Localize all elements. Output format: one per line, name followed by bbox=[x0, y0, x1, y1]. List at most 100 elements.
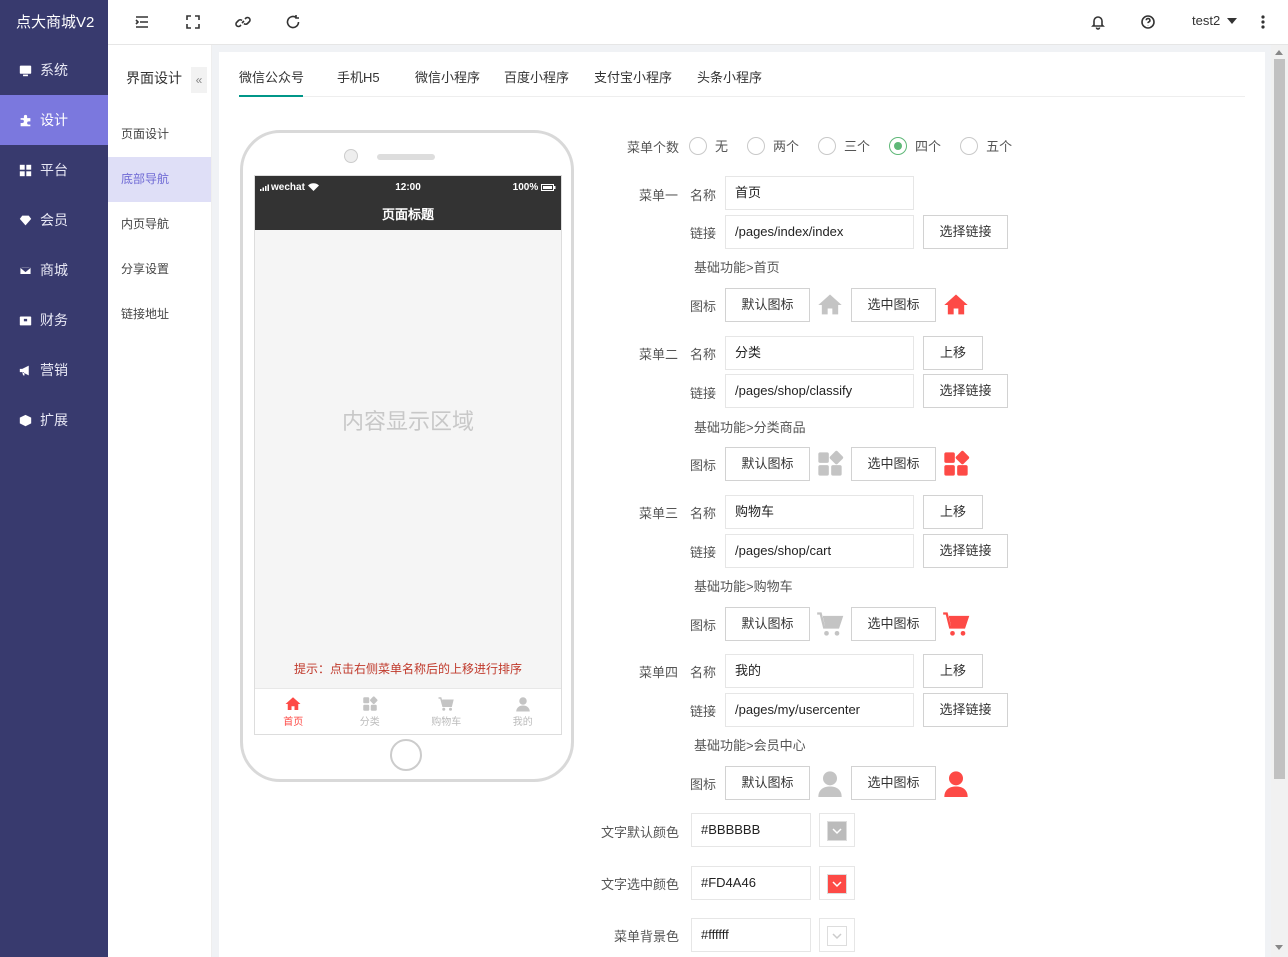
sub-item-link-address[interactable]: 链接地址 bbox=[108, 292, 211, 337]
tab-wechat-official[interactable]: 微信公众号 bbox=[239, 67, 304, 86]
sub-item-bottom-nav[interactable]: 底部导航 bbox=[108, 157, 211, 202]
sort-hint: 提示：点击右侧菜单名称后的上移进行排序 bbox=[293, 662, 522, 676]
sub-item-page-design[interactable]: 页面设计 bbox=[108, 112, 211, 157]
menu1-selected-icon-preview bbox=[941, 290, 971, 320]
menu1-select-link-button[interactable]: 选择链接 bbox=[923, 215, 1008, 249]
user-icon bbox=[818, 771, 842, 797]
home-icon bbox=[818, 294, 842, 315]
radio-label: 无 bbox=[715, 139, 729, 154]
sidebar-item-system[interactable]: 系统 bbox=[0, 45, 108, 95]
sidebar-item-platform[interactable]: 平台 bbox=[0, 145, 108, 195]
menu2-link-input[interactable]: /pages/shop/classify bbox=[725, 374, 914, 408]
menu4-default-icon-preview bbox=[815, 768, 845, 798]
fullscreen-icon[interactable] bbox=[184, 13, 202, 31]
category-icon bbox=[363, 696, 378, 711]
page-scrollbar[interactable] bbox=[1271, 45, 1288, 957]
menu1-link-label: 链接 bbox=[690, 226, 717, 241]
menu4-move-up-button[interactable]: 上移 bbox=[923, 654, 983, 688]
mail-icon bbox=[18, 263, 32, 277]
more-vertical-icon[interactable] bbox=[1254, 13, 1272, 31]
collapse-button[interactable]: « bbox=[191, 67, 207, 93]
radio-four[interactable]: 四个 bbox=[889, 136, 941, 155]
submenu-title: 界面设计 « bbox=[108, 45, 211, 112]
tabbar-item-home[interactable]: 首页 bbox=[255, 689, 332, 734]
menu4-name-input[interactable]: 我的 bbox=[725, 654, 914, 688]
menu2-selected-icon-button[interactable]: 选中图标 bbox=[851, 447, 936, 481]
text-selected-color-input[interactable]: #FD4A46 bbox=[691, 866, 811, 900]
text-selected-color-picker[interactable] bbox=[819, 866, 855, 900]
puzzle-icon bbox=[18, 113, 32, 127]
menu2-select-link-button[interactable]: 选择链接 bbox=[923, 374, 1008, 408]
username: test2 bbox=[1192, 13, 1221, 28]
tab-baidu-miniprogram[interactable]: 百度小程序 bbox=[504, 67, 569, 86]
text-selected-color-label: 文字选中颜色 bbox=[601, 877, 680, 892]
menu-bg-color-picker[interactable] bbox=[819, 918, 855, 952]
menu-toggle-icon[interactable] bbox=[133, 13, 151, 31]
menu1-selected-icon-button[interactable]: 选中图标 bbox=[851, 288, 936, 322]
sub-item-share-settings[interactable]: 分享设置 bbox=[108, 247, 211, 292]
menu1-link-input[interactable]: /pages/index/index bbox=[725, 215, 914, 249]
phone-page-title: 页面标题 bbox=[381, 207, 434, 222]
menu-bg-color-input[interactable]: #ffffff bbox=[691, 918, 811, 952]
link-icon[interactable] bbox=[234, 13, 252, 31]
sidebar-item-label: 营销 bbox=[40, 362, 68, 378]
radio-three[interactable]: 三个 bbox=[818, 136, 870, 155]
radio-none[interactable]: 无 bbox=[689, 136, 728, 155]
help-icon[interactable] bbox=[1139, 13, 1157, 31]
sidebar-item-label: 商城 bbox=[40, 262, 68, 278]
radio-five[interactable]: 五个 bbox=[960, 136, 1012, 155]
tab-toutiao-miniprogram[interactable]: 头条小程序 bbox=[697, 67, 762, 86]
menu4-select-link-button[interactable]: 选择链接 bbox=[923, 693, 1008, 727]
menu3-select-link-button[interactable]: 选择链接 bbox=[923, 534, 1008, 568]
menu2-name-input[interactable]: 分类 bbox=[725, 336, 914, 370]
menu1-default-icon-preview bbox=[815, 290, 845, 320]
sidebar-item-label: 扩展 bbox=[40, 412, 68, 428]
user-menu[interactable]: test2 bbox=[1192, 13, 1238, 28]
sidebar-item-mall[interactable]: 商城 bbox=[0, 245, 108, 295]
radio-two[interactable]: 两个 bbox=[747, 136, 799, 155]
menu3-icon-label: 图标 bbox=[690, 618, 717, 633]
menu3-label: 菜单三 bbox=[639, 506, 679, 521]
refresh-icon[interactable] bbox=[284, 13, 302, 31]
sidebar-item-extension[interactable]: 扩展 bbox=[0, 395, 108, 445]
menu4-link-input[interactable]: /pages/my/usercenter bbox=[725, 693, 914, 727]
tab-mobile-h5[interactable]: 手机H5 bbox=[337, 67, 380, 86]
home-icon bbox=[944, 294, 968, 315]
menu3-default-icon-button[interactable]: 默认图标 bbox=[725, 607, 810, 641]
menu2-move-up-button[interactable]: 上移 bbox=[923, 336, 983, 370]
radio-label: 两个 bbox=[773, 139, 800, 154]
scroll-thumb[interactable] bbox=[1274, 59, 1285, 779]
sidebar-item-label: 财务 bbox=[40, 312, 68, 328]
sub-item-inner-nav[interactable]: 内页导航 bbox=[108, 202, 211, 247]
sidebar-item-member[interactable]: 会员 bbox=[0, 195, 108, 245]
menu3-name-input[interactable]: 购物车 bbox=[725, 495, 914, 529]
text-default-color-label: 文字默认颜色 bbox=[601, 825, 680, 840]
tab-alipay-miniprogram[interactable]: 支付宝小程序 bbox=[594, 67, 672, 86]
monitor-icon bbox=[18, 63, 32, 77]
menu4-default-icon-button[interactable]: 默认图标 bbox=[725, 766, 810, 800]
tabbar-item-category[interactable]: 分类 bbox=[332, 689, 409, 734]
sidebar-item-design[interactable]: 设计 bbox=[0, 95, 108, 145]
menu3-selected-icon-button[interactable]: 选中图标 bbox=[851, 607, 936, 641]
menu4-selected-icon-button[interactable]: 选中图标 bbox=[851, 766, 936, 800]
menu3-move-up-button[interactable]: 上移 bbox=[923, 495, 983, 529]
menu2-default-icon-button[interactable]: 默认图标 bbox=[725, 447, 810, 481]
text-default-color-input[interactable]: #BBBBBB bbox=[691, 813, 811, 847]
menu1-default-icon-button[interactable]: 默认图标 bbox=[725, 288, 810, 322]
text-default-color-picker[interactable] bbox=[819, 813, 855, 847]
grid-icon bbox=[18, 163, 32, 177]
category-icon bbox=[818, 450, 844, 476]
status-battery: 100% bbox=[513, 182, 556, 193]
menu1-name-input[interactable]: 首页 bbox=[725, 176, 914, 210]
scroll-down-arrow-icon[interactable] bbox=[1275, 945, 1283, 950]
menu3-link-input[interactable]: /pages/shop/cart bbox=[725, 534, 914, 568]
sidebar-item-label: 会员 bbox=[40, 212, 68, 228]
tabbar-item-mine[interactable]: 我的 bbox=[485, 689, 562, 734]
scroll-up-arrow-icon[interactable] bbox=[1275, 50, 1283, 55]
cart-icon bbox=[943, 612, 970, 636]
bell-icon[interactable] bbox=[1089, 13, 1107, 31]
sidebar-item-finance[interactable]: 财务 bbox=[0, 295, 108, 345]
tabbar-item-cart[interactable]: 购物车 bbox=[408, 689, 485, 734]
tab-wechat-miniprogram[interactable]: 微信小程序 bbox=[415, 67, 480, 86]
sidebar-item-marketing[interactable]: 营销 bbox=[0, 345, 108, 395]
